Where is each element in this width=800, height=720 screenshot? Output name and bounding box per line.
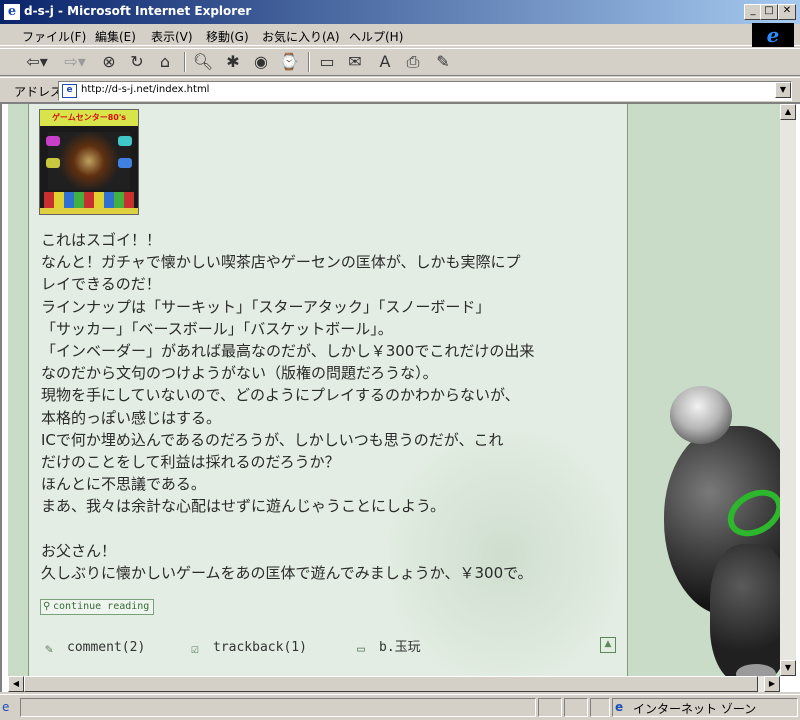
title-bar: e d-s-j - Microsoft Internet Explorer _ … bbox=[0, 0, 800, 24]
scroll-up-button[interactable]: ▲ bbox=[780, 104, 796, 120]
page-top-icon[interactable]: ▲ bbox=[600, 637, 616, 653]
menu-favorites[interactable]: お気に入り(A) bbox=[262, 28, 340, 45]
menu-view[interactable]: 表示(V) bbox=[151, 28, 193, 45]
address-input[interactable]: e http://d-s-j.net/index.html ▼ bbox=[58, 81, 792, 101]
trackback-label: trackback(1) bbox=[213, 640, 307, 655]
status-pane bbox=[538, 698, 562, 717]
entry-line: なのだから文句のつけようがない（版権の問題だろうな）。 bbox=[41, 364, 438, 383]
menu-edit[interactable]: 編集(E) bbox=[95, 28, 136, 45]
entry-line: だけのことをして利益は採れるのだろうか？ bbox=[41, 452, 340, 471]
page-status-icon: e bbox=[2, 700, 10, 714]
internet-zone-icon: e bbox=[615, 700, 624, 714]
entry-line: レイできるのだ！ bbox=[41, 275, 161, 294]
entry-line: お父さん！ bbox=[41, 541, 117, 560]
category-label: b.玉玩 bbox=[379, 640, 421, 655]
menu-file[interactable]: ファイル(F) bbox=[22, 28, 86, 45]
menu-bar: ファイル(F) 編集(E) 表示(V) 移動(G) お気に入り(A) ヘルプ(H… bbox=[0, 24, 800, 46]
address-bar: アドレス e http://d-s-j.net/index.html ▼ bbox=[0, 77, 800, 101]
entry-line: なんと！ガチャで懐かしい喫茶店やゲーセンの匡体が、しかも実際にプ bbox=[41, 253, 521, 272]
zone-pane: e インターネット ゾーン bbox=[612, 698, 798, 717]
continue-reading-label: continue reading bbox=[53, 601, 150, 612]
comment-label: comment(2) bbox=[67, 640, 146, 655]
game-center-thumbnail[interactable]: ゲームセンター80's bbox=[39, 109, 139, 215]
status-bar: e e インターネット ゾーン bbox=[0, 694, 800, 720]
address-label: アドレス bbox=[14, 85, 63, 99]
entry-line: まあ、我々は余計な心配はせずに遊んじゃうことにしよう。 bbox=[41, 497, 446, 516]
horizontal-scrollbar[interactable]: ◀ ▶ bbox=[8, 676, 780, 692]
entry-line: 「インベーダー」があれば最高なのだが、しかし￥300でこれだけの出来 bbox=[41, 341, 535, 360]
category-link[interactable]: ▭ b.玉玩 bbox=[353, 639, 421, 657]
status-pane bbox=[590, 698, 610, 717]
address-url[interactable]: http://d-s-j.net/index.html bbox=[81, 84, 209, 95]
vertical-scrollbar[interactable]: ▲ ▼ bbox=[780, 104, 796, 676]
horizontal-scroll-thumb[interactable] bbox=[24, 676, 758, 692]
refresh-icon[interactable]: ↻ bbox=[126, 51, 148, 73]
window-title: d-s-j - Microsoft Internet Explorer bbox=[24, 4, 252, 18]
status-pane bbox=[564, 698, 588, 717]
toolbar-separator bbox=[184, 52, 186, 72]
entry-line: ICで何か埋め込んであるのだろうが、しかしいつも思うのだが、これ bbox=[41, 430, 504, 449]
edit-icon[interactable]: ✎ bbox=[432, 51, 454, 73]
print-icon[interactable]: ⎙ bbox=[402, 51, 424, 73]
entry-line: ほんとに不思議である。 bbox=[41, 475, 206, 494]
zone-label: インターネット ゾーン bbox=[633, 702, 757, 716]
page-background: ゲームセンター80's これはスゴイ！！ なんと！ガチャで懐かしい喫茶店やゲーセ… bbox=[8, 104, 780, 676]
status-message-pane bbox=[20, 698, 536, 717]
menu-go[interactable]: 移動(G) bbox=[206, 28, 249, 45]
font-size-icon[interactable]: A bbox=[374, 51, 396, 73]
magnifier-icon: ⚲ bbox=[43, 601, 51, 612]
search-icon[interactable]: 🔍︎ bbox=[192, 51, 214, 73]
scroll-down-button[interactable]: ▼ bbox=[780, 660, 796, 676]
favorites-icon[interactable]: ✱ bbox=[222, 51, 244, 73]
comment-link[interactable]: ✎ comment(2) bbox=[41, 639, 145, 657]
entry-line: ラインナップは「サーキット」「スターアタック」「スノーボード」 bbox=[41, 297, 491, 316]
toolbar-separator bbox=[308, 52, 310, 72]
ie-window-icon[interactable]: e bbox=[4, 4, 20, 20]
entry-line: 本格的っぽい感じはする。 bbox=[41, 408, 222, 427]
home-icon[interactable]: ⌂ bbox=[154, 51, 176, 73]
entry-line: 現物を手にしていないので、どのようにプレイするのかわからないが、 bbox=[41, 386, 520, 405]
media-icon[interactable]: ◉ bbox=[250, 51, 272, 73]
history-icon[interactable]: ⌚ bbox=[278, 51, 300, 73]
entry-body: これはスゴイ！！ なんと！ガチャで懐かしい喫茶店やゲーセンの匡体が、しかも実際に… bbox=[41, 229, 601, 584]
blog-entry: ゲームセンター80's これはスゴイ！！ なんと！ガチャで懐かしい喫茶店やゲーセ… bbox=[28, 104, 628, 676]
trackback-icon: ☑ bbox=[191, 642, 199, 657]
maximize-button[interactable]: □ bbox=[760, 4, 778, 20]
folder-icon: ▭ bbox=[357, 642, 365, 657]
close-button[interactable]: ✕ bbox=[778, 4, 796, 20]
decorative-figure-image bbox=[654, 374, 780, 676]
trackback-link[interactable]: ☑ trackback(1) bbox=[187, 639, 307, 657]
forward-icon[interactable]: ⇨▾ bbox=[60, 51, 90, 73]
thumbnail-title: ゲームセンター80's bbox=[40, 110, 138, 126]
browser-viewport: ゲームセンター80's これはスゴイ！！ なんと！ガチャで懐かしい喫茶店やゲーセ… bbox=[0, 102, 800, 692]
entry-line: 久しぶりに懐かしいゲームをあの匡体で遊んでみましょうか、￥300で。 bbox=[41, 563, 533, 582]
menu-help[interactable]: ヘルプ(H) bbox=[349, 28, 403, 45]
entry-line: これはスゴイ！！ bbox=[41, 231, 162, 249]
comment-icon: ✎ bbox=[45, 642, 53, 657]
continue-reading-button[interactable]: ⚲ continue reading bbox=[40, 599, 155, 615]
toolbar: ⇦▾ ⇨▾ ⊗ ↻ ⌂ 🔍︎ ✱ ◉ ⌚ ▭ ✉ A ⎙ ✎ bbox=[0, 48, 800, 76]
stop-icon[interactable]: ⊗ bbox=[98, 51, 120, 73]
page-icon: e bbox=[62, 84, 77, 98]
address-dropdown-button[interactable]: ▼ bbox=[775, 82, 791, 98]
ie-logo-icon: e bbox=[752, 23, 794, 47]
back-icon[interactable]: ⇦▾ bbox=[22, 51, 52, 73]
scroll-right-button[interactable]: ▶ bbox=[764, 676, 780, 692]
fullscreen-icon[interactable]: ▭ bbox=[316, 51, 338, 73]
mail-icon[interactable]: ✉ bbox=[344, 51, 366, 73]
entry-line: 「サッカー」「ベースボール」「バスケットボール」。 bbox=[41, 319, 393, 338]
scroll-left-button[interactable]: ◀ bbox=[8, 676, 24, 692]
